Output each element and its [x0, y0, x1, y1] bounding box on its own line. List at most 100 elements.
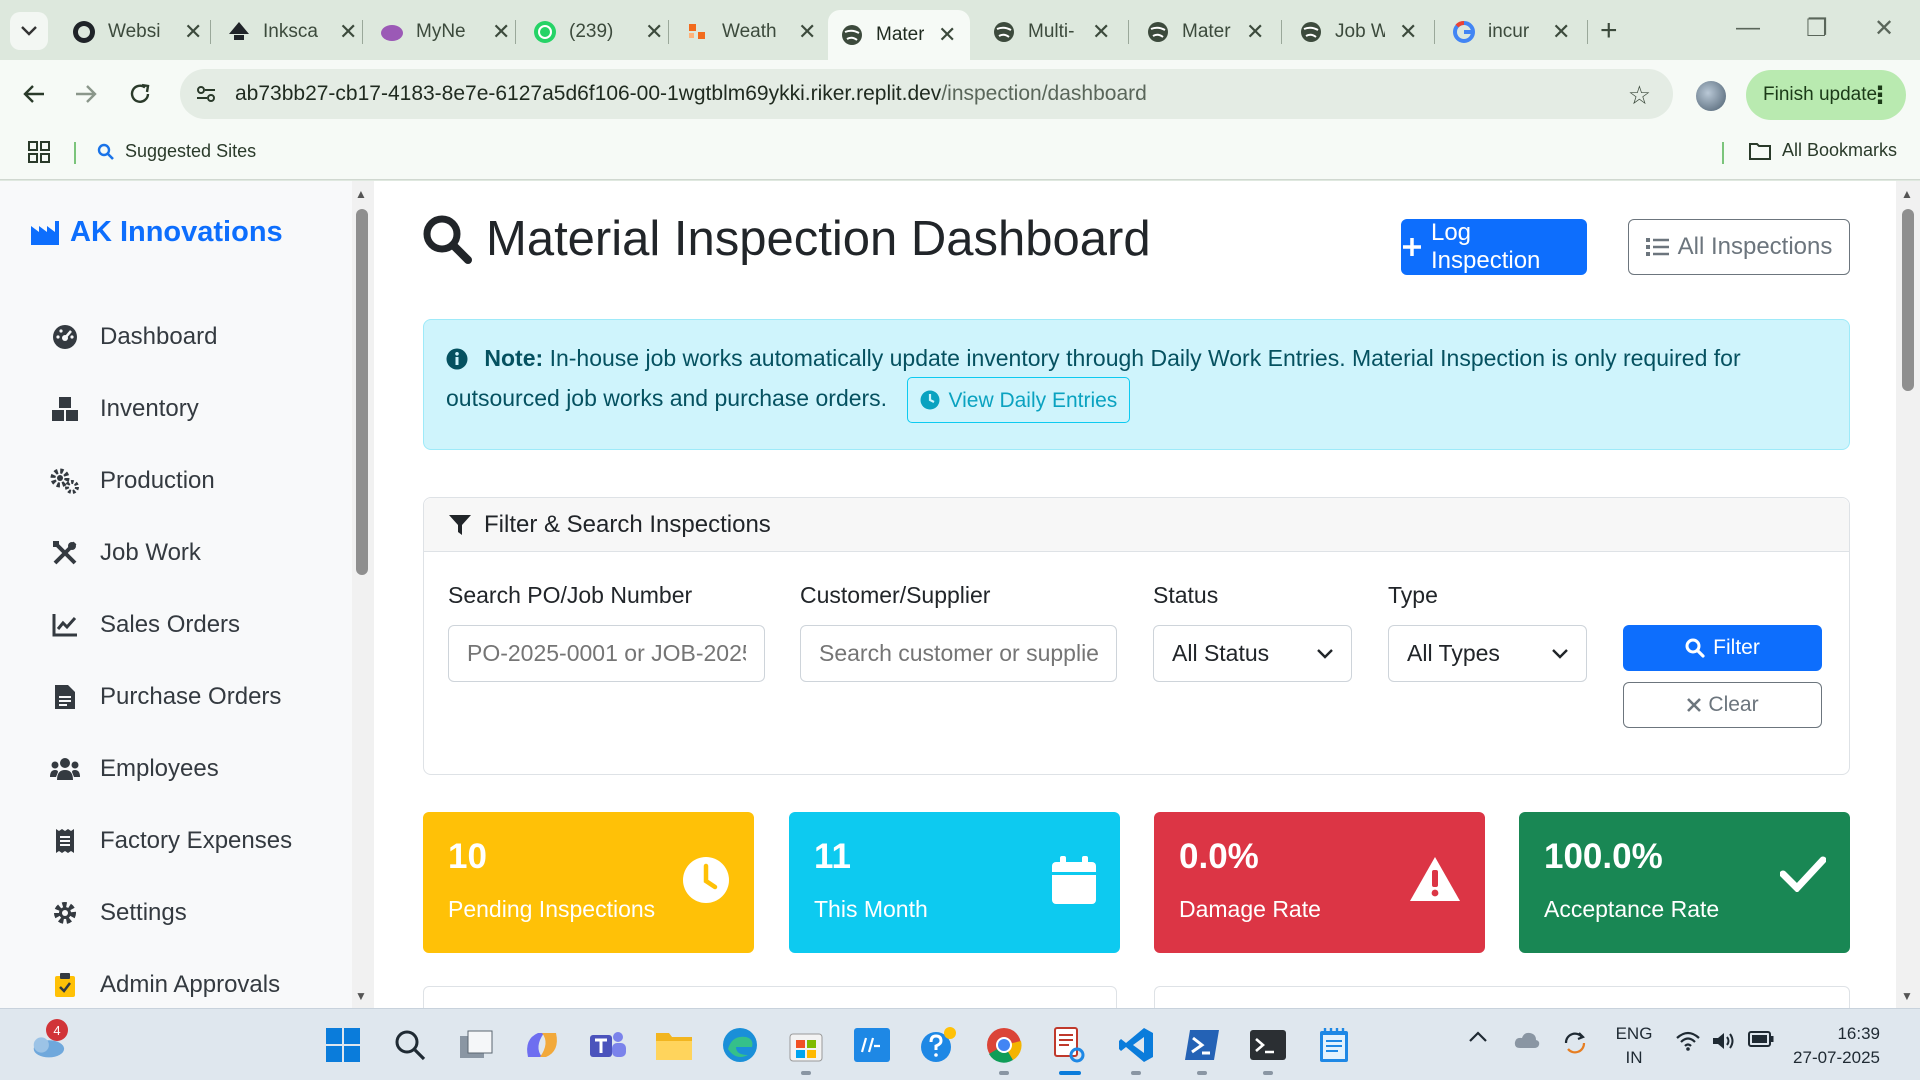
tab-search-dropdown[interactable] [10, 12, 48, 50]
clear-button[interactable]: Clear [1623, 682, 1822, 728]
view-daily-entries-button[interactable]: View Daily Entries [907, 377, 1131, 423]
sidebar-item-factory-expenses[interactable]: Factory Expenses [50, 821, 292, 861]
browser-tab-2[interactable]: Inksca ✕ [215, 10, 369, 54]
browser-tab-10[interactable]: incur ✕ [1440, 10, 1582, 54]
language-indicator[interactable]: ENG IN [1614, 1022, 1654, 1070]
sidebar-item-job-work[interactable]: Job Work [50, 533, 201, 573]
all-inspections-button[interactable]: All Inspections [1628, 219, 1850, 275]
close-icon[interactable]: ✕ [645, 19, 663, 45]
page-scroll-thumb[interactable] [1902, 209, 1914, 391]
sidebar-item-inventory[interactable]: Inventory [50, 389, 199, 429]
myhp-icon[interactable] [853, 1026, 891, 1064]
log-inspection-button[interactable]: Log Inspection [1401, 219, 1587, 275]
minimize-icon[interactable]: — [1736, 14, 1760, 42]
close-icon[interactable]: ✕ [1246, 19, 1264, 45]
url-path: /inspection/dashboard [941, 82, 1147, 105]
address-bar[interactable]: ab73bb27-cb17-4183-8e7e-6127a5d6f106-00-… [180, 69, 1673, 119]
close-icon[interactable]: ✕ [1552, 19, 1570, 45]
browser-tab-5[interactable]: Weath ✕ [674, 10, 828, 54]
scroll-up-arrow-icon[interactable]: ▲ [355, 187, 367, 201]
sidebar-item-employees[interactable]: Employees [50, 749, 219, 789]
sidebar-item-dashboard[interactable]: Dashboard [50, 317, 217, 357]
scroll-down-arrow-icon[interactable]: ▼ [1901, 989, 1913, 1003]
close-icon[interactable]: ✕ [1092, 19, 1110, 45]
status-select[interactable]: All Status [1153, 625, 1352, 682]
card-stub-left [423, 986, 1117, 1008]
bookmark-suggested-sites[interactable]: Suggested Sites [97, 141, 256, 162]
reload-icon[interactable] [124, 78, 156, 110]
scroll-up-arrow-icon[interactable]: ▲ [1901, 187, 1913, 201]
sidebar-item-settings[interactable]: Settings [50, 893, 187, 933]
bookmark-separator [1722, 142, 1724, 164]
terminal-icon[interactable] [1249, 1026, 1287, 1064]
all-bookmarks-button[interactable]: All Bookmarks [1748, 140, 1897, 161]
new-tab-plus-icon[interactable]: + [1600, 16, 1618, 46]
browser-tab-active[interactable]: Mater ✕ [828, 10, 970, 60]
edge-browser-icon[interactable] [721, 1026, 759, 1064]
filter-button[interactable]: Filter [1623, 625, 1822, 671]
snipping-tool-icon[interactable] [1051, 1026, 1089, 1064]
po-job-search-input[interactable] [448, 625, 765, 682]
close-icon[interactable]: ✕ [798, 19, 816, 45]
volume-icon[interactable] [1712, 1031, 1736, 1051]
forward-arrow-icon[interactable] [70, 78, 102, 110]
close-icon[interactable]: ✕ [339, 19, 357, 45]
globe-icon [1146, 20, 1170, 44]
scroll-down-arrow-icon[interactable]: ▼ [355, 989, 367, 1003]
onedrive-cloud-icon[interactable] [1514, 1031, 1540, 1049]
browser-tab-3[interactable]: MyNe ✕ [368, 10, 522, 54]
notepad-icon[interactable] [1315, 1026, 1353, 1064]
window-close-icon[interactable]: ✕ [1874, 14, 1894, 43]
restore-icon[interactable]: ❐ [1806, 14, 1828, 43]
finish-update-button[interactable]: Finish update ⋮ [1746, 70, 1906, 120]
bookmark-star-icon[interactable]: ☆ [1628, 80, 1651, 111]
browser-tab-8[interactable]: Mater ✕ [1134, 10, 1276, 54]
copilot-icon[interactable] [523, 1026, 561, 1064]
help-icon[interactable] [919, 1026, 957, 1064]
file-explorer-icon[interactable] [655, 1026, 693, 1064]
sidebar-item-admin-approvals[interactable]: Admin Approvals [50, 965, 280, 1005]
bookmark-label: All Bookmarks [1782, 140, 1898, 160]
close-icon[interactable]: ✕ [184, 19, 202, 45]
search-icon[interactable] [391, 1026, 429, 1064]
brand-logo[interactable]: AK Innovations [30, 216, 283, 249]
browser-tab-9[interactable]: Job W ✕ [1287, 10, 1429, 54]
sidebar-item-purchase-orders[interactable]: Purchase Orders [50, 677, 281, 717]
type-select-value: All Types [1407, 640, 1500, 666]
more-vert-icon[interactable]: ⋮ [1868, 81, 1892, 110]
stat-value: 11 [814, 837, 851, 876]
close-icon[interactable]: ✕ [938, 22, 956, 48]
sidebar-item-sales-orders[interactable]: Sales Orders [50, 605, 240, 645]
tab-separator [1281, 20, 1282, 44]
google-icon [1452, 20, 1476, 44]
battery-icon[interactable] [1748, 1031, 1774, 1047]
powershell-icon[interactable] [1183, 1026, 1221, 1064]
customer-search-input[interactable] [800, 625, 1117, 682]
browser-tab-7[interactable]: Multi- ✕ [980, 10, 1122, 54]
task-view-icon[interactable] [457, 1026, 495, 1064]
teams-icon[interactable] [589, 1026, 627, 1064]
type-select[interactable]: All Types [1388, 625, 1587, 682]
sync-icon[interactable] [1562, 1031, 1588, 1055]
github-icon [72, 20, 96, 44]
profile-avatar[interactable] [1696, 81, 1726, 111]
apps-grid-icon[interactable] [27, 140, 51, 164]
page-title-text: Material Inspection Dashboard [486, 212, 1151, 266]
sidebar-scroll-thumb[interactable] [356, 209, 368, 575]
microsoft-store-icon[interactable] [787, 1026, 825, 1064]
sidebar-item-production[interactable]: Production [50, 461, 215, 501]
browser-tab-4[interactable]: (239) ✕ [521, 10, 675, 54]
inventory-icon [50, 394, 80, 424]
browser-tab-1[interactable]: Websi ✕ [60, 10, 214, 54]
system-clock[interactable]: 16:39 27-07-2025 [1780, 1022, 1880, 1070]
chevron-up-icon[interactable] [1468, 1031, 1488, 1043]
wifi-icon[interactable] [1676, 1031, 1700, 1051]
chrome-icon[interactable] [985, 1026, 1023, 1064]
windows-start-icon[interactable] [324, 1026, 362, 1064]
back-arrow-icon[interactable] [18, 78, 50, 110]
close-icon[interactable]: ✕ [492, 19, 510, 45]
site-settings-icon[interactable] [194, 82, 218, 106]
document-icon [50, 682, 80, 712]
vscode-icon[interactable] [1117, 1026, 1155, 1064]
close-icon[interactable]: ✕ [1399, 19, 1417, 45]
